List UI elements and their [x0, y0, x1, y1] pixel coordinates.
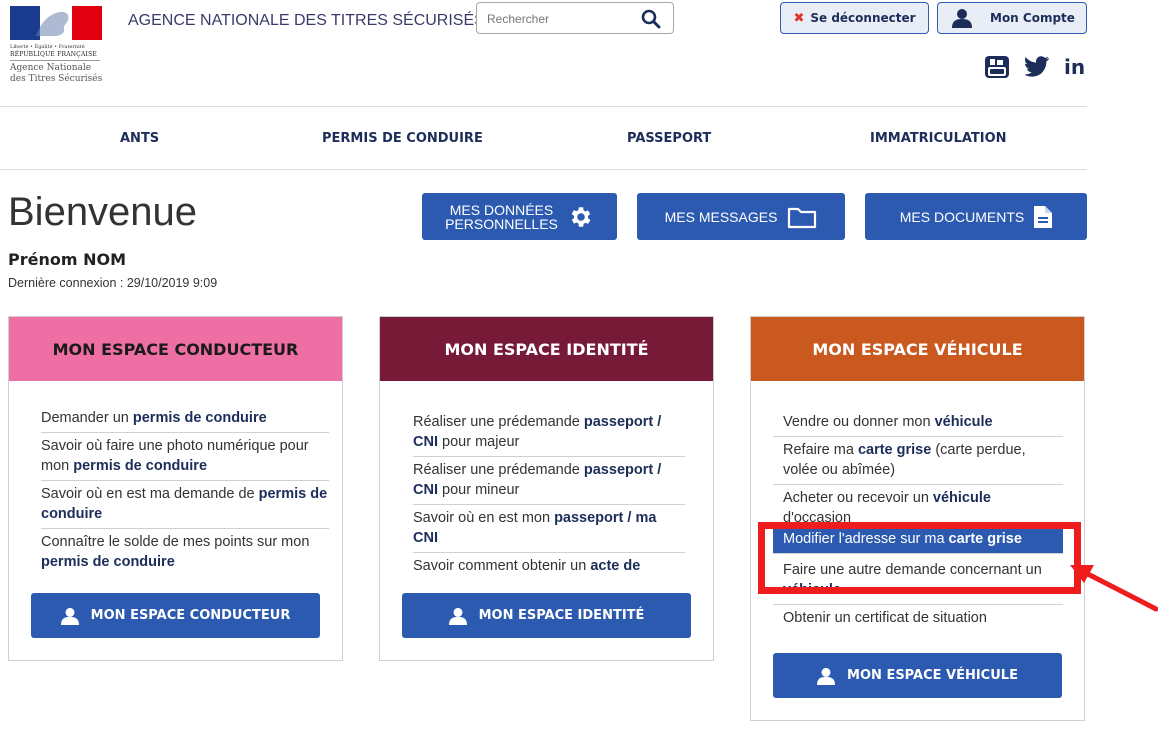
site-header: Liberté • Égalité • Fraternité RÉPUBLIQU…	[0, 0, 1158, 106]
user-icon	[817, 667, 836, 685]
user-icon	[448, 607, 467, 625]
panel-conducteur-list: Demander un permis de conduire Savoir où…	[41, 405, 329, 576]
espace-conducteur-label: MON ESPACE CONDUCTEUR	[90, 608, 291, 623]
panel-vehicule-list: Vendre ou donner mon véhicule Refaire ma…	[773, 409, 1063, 627]
personal-data-label: MES DONNÉES PERSONNELLES	[445, 203, 558, 231]
last-login: Dernière connexion : 29/10/2019 9:09	[8, 276, 218, 290]
personal-data-line1: MES DONNÉES	[449, 201, 554, 218]
list-item[interactable]: Réaliser une prédemande passeport / CNI …	[413, 409, 685, 457]
panel-identite-list: Réaliser une prédemande passeport / CNI …	[413, 409, 685, 577]
panel-conducteur: MON ESPACE CONDUCTEUR Demander un permis…	[8, 316, 343, 661]
document-icon	[1034, 205, 1053, 228]
annotation-arrow-icon	[1070, 565, 1158, 612]
logout-button[interactable]: ✖ Se déconnecter	[780, 2, 929, 34]
logo-country: RÉPUBLIQUE FRANÇAISE	[10, 51, 97, 58]
espace-identite-label: MON ESPACE IDENTITÉ	[478, 608, 645, 623]
logo-agency-name: Agence Nationale des Titres Sécurisés	[10, 63, 104, 85]
close-icon: ✖	[793, 10, 805, 26]
panel-identite-header: MON ESPACE IDENTITÉ	[380, 317, 713, 381]
messages-label: MES MESSAGES	[664, 208, 778, 225]
nav-item-permis[interactable]: PERMIS DE CONDUIRE	[322, 131, 483, 146]
nav-item-ants[interactable]: ANTS	[120, 131, 159, 146]
agency-title: AGENCE NATIONALE DES TITRES SÉCURISÉS	[128, 12, 485, 29]
documents-button[interactable]: MES DOCUMENTS	[865, 193, 1087, 240]
user-name: Prénom NOM	[8, 250, 127, 269]
youtube-icon[interactable]	[985, 56, 1009, 78]
nav-item-immatriculation[interactable]: IMMATRICULATION	[870, 131, 1007, 146]
account-label: Mon Compte	[990, 11, 1075, 25]
logout-label: Se déconnecter	[810, 11, 916, 25]
list-item[interactable]: Savoir comment obtenir un acte de	[413, 553, 685, 577]
twitter-icon[interactable]	[1024, 56, 1050, 78]
search-input[interactable]	[487, 9, 637, 29]
linkedin-icon[interactable]: in	[1064, 56, 1088, 78]
panel-vehicule-header: MON ESPACE VÉHICULE	[751, 317, 1084, 381]
list-item[interactable]: Savoir où en est mon passeport / ma CNI	[413, 505, 685, 553]
list-item[interactable]: Vendre ou donner mon véhicule	[773, 409, 1063, 437]
user-icon	[60, 607, 79, 625]
list-item[interactable]: Acheter ou recevoir un véhicule d'occasi…	[773, 485, 1063, 525]
list-item[interactable]: Demander un permis de conduire	[41, 405, 329, 433]
personal-data-line2: PERSONNELLES	[445, 215, 558, 232]
espace-vehicule-label: MON ESPACE VÉHICULE	[847, 668, 1018, 683]
logo-agency-line1: Agence Nationale	[10, 63, 92, 73]
list-item[interactable]: Connaître le solde de mes points sur mon…	[41, 529, 329, 576]
logo-divider	[10, 60, 100, 61]
annotation-highlight-box	[758, 522, 1081, 594]
list-item[interactable]: Réaliser une prédemande passeport / CNI …	[413, 457, 685, 505]
logo-motto: Liberté • Égalité • Fraternité	[10, 44, 85, 50]
panel-vehicule: MON ESPACE VÉHICULE Vendre ou donner mon…	[750, 316, 1085, 721]
list-item[interactable]: Refaire ma carte grise (carte perdue, vo…	[773, 437, 1063, 485]
logo-agency-line2: des Titres Sécurisés	[10, 74, 103, 84]
account-button[interactable]: Mon Compte	[937, 2, 1087, 34]
folder-icon	[788, 207, 817, 228]
gear-icon	[571, 206, 591, 227]
search-box[interactable]	[476, 2, 674, 34]
documents-label: MES DOCUMENTS	[899, 208, 1025, 225]
espace-conducteur-button[interactable]: MON ESPACE CONDUCTEUR	[31, 593, 320, 638]
list-item[interactable]: Obtenir un certificat de situation	[773, 605, 1063, 627]
panel-conducteur-header: MON ESPACE CONDUCTEUR	[9, 317, 342, 381]
marianne-flag-icon	[10, 6, 102, 40]
search-icon[interactable]	[641, 9, 661, 29]
list-item[interactable]: Savoir où faire une photo numérique pour…	[41, 433, 329, 481]
espace-identite-button[interactable]: MON ESPACE IDENTITÉ	[402, 593, 691, 638]
panel-identite: MON ESPACE IDENTITÉ Réaliser une prédema…	[379, 316, 714, 661]
nav-item-passeport[interactable]: PASSEPORT	[627, 131, 711, 146]
page-title: Bienvenue	[8, 190, 198, 234]
main-nav: ANTS PERMIS DE CONDUIRE PASSEPORT IMMATR…	[0, 107, 1087, 169]
user-icon	[952, 9, 972, 28]
personal-data-button[interactable]: MES DONNÉES PERSONNELLES	[422, 193, 617, 240]
nav-divider	[0, 169, 1087, 170]
messages-button[interactable]: MES MESSAGES	[637, 193, 845, 240]
espace-vehicule-button[interactable]: MON ESPACE VÉHICULE	[773, 653, 1062, 698]
marianne-logo[interactable]: Liberté • Égalité • Fraternité RÉPUBLIQU…	[8, 4, 104, 94]
list-item[interactable]: Savoir où en est ma demande de permis de…	[41, 481, 329, 529]
